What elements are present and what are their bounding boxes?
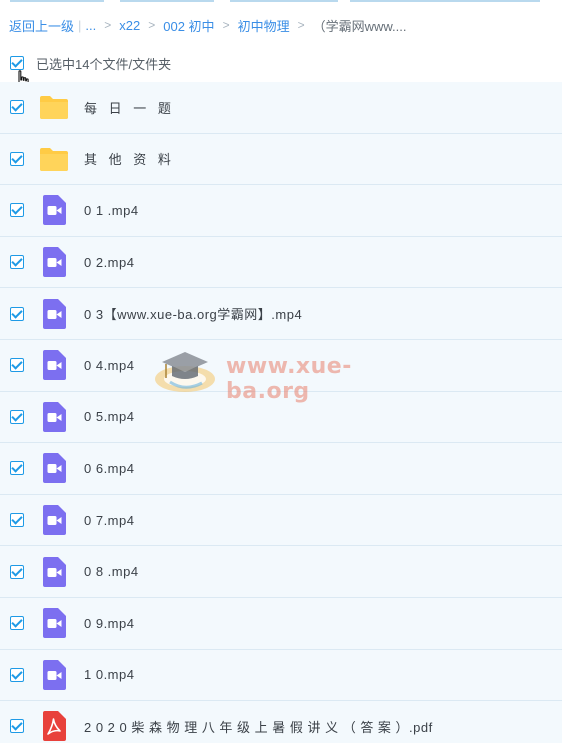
- breadcrumb-item-x22[interactable]: x22: [119, 18, 140, 33]
- breadcrumb-item-physics[interactable]: 初中物理: [238, 16, 290, 35]
- breadcrumb-current: （学霸网www....: [312, 18, 407, 34]
- tab-indicator: [120, 0, 214, 2]
- select-all-checkbox[interactable]: [10, 56, 24, 70]
- file-row[interactable]: 其 他 资 料: [0, 133, 562, 186]
- file-list: 每 日 一 题其 他 资 料 0 1 .mp4 0 2.mp4 0 3【www.xue…: [0, 82, 562, 743]
- file-row[interactable]: 0 1 .mp4: [0, 185, 562, 237]
- file-name[interactable]: 0 9.mp4: [84, 616, 134, 631]
- row-checkbox[interactable]: [10, 203, 24, 218]
- video-file-icon: [39, 453, 69, 484]
- chevron-right-icon: >: [297, 18, 305, 32]
- row-checkbox[interactable]: [10, 100, 24, 115]
- file-name[interactable]: 0 8 .mp4: [84, 564, 139, 579]
- video-file-icon: [39, 401, 69, 432]
- folder-icon: [39, 144, 69, 174]
- row-checkbox[interactable]: [10, 255, 24, 270]
- row-checkbox[interactable]: [10, 616, 24, 631]
- chevron-right-icon: >: [222, 18, 230, 32]
- file-name[interactable]: 其 他 资 料: [84, 149, 175, 168]
- file-row[interactable]: 0 5.mp4: [0, 391, 562, 444]
- tab-indicator: [350, 0, 540, 2]
- row-checkbox[interactable]: [10, 461, 24, 476]
- back-link[interactable]: 返回上一级: [9, 16, 74, 35]
- file-row[interactable]: 0 4.mp4: [0, 339, 562, 392]
- file-row[interactable]: 0 8 .mp4: [0, 546, 562, 598]
- pdf-file-icon: [39, 711, 69, 742]
- file-name[interactable]: 0 5.mp4: [84, 409, 134, 424]
- tab-indicator: [10, 0, 104, 2]
- video-file-icon: [39, 350, 69, 381]
- file-name[interactable]: 0 1 .mp4: [84, 203, 139, 218]
- file-name[interactable]: 0 6.mp4: [84, 461, 134, 476]
- top-tab-strip: [0, 0, 562, 3]
- video-file-icon: [39, 298, 69, 329]
- breadcrumb-divider: |: [78, 17, 82, 33]
- file-row[interactable]: 2 0 2 0 柴 森 物 理 八 年 级 上 暑 假 讲 义 （ 答 案 ）.…: [0, 701, 562, 743]
- row-checkbox[interactable]: [10, 409, 24, 424]
- file-row[interactable]: 0 3【www.xue-ba.org学霸网】.mp4: [0, 288, 562, 340]
- video-file-icon: [39, 659, 69, 690]
- video-file-icon: [39, 247, 69, 278]
- video-file-icon: [39, 195, 69, 226]
- breadcrumb: 返回上一级 | ... > x22 > 002 初中 > 初中物理 > （学霸网…: [9, 14, 407, 36]
- chevron-right-icon: >: [104, 18, 112, 32]
- video-file-icon: [39, 505, 69, 536]
- chevron-right-icon: >: [148, 18, 156, 32]
- row-checkbox[interactable]: [10, 667, 24, 682]
- folder-icon: [39, 92, 69, 122]
- file-row[interactable]: 每 日 一 题: [0, 82, 562, 134]
- breadcrumb-item-junior-high[interactable]: 002 初中: [163, 16, 214, 35]
- file-row[interactable]: 0 2.mp4: [0, 236, 562, 289]
- file-row[interactable]: 0 6.mp4: [0, 443, 562, 495]
- file-name[interactable]: 1 0.mp4: [84, 667, 134, 682]
- row-checkbox[interactable]: [10, 306, 24, 321]
- row-checkbox[interactable]: [10, 564, 24, 579]
- selection-count-label: 已选中14个文件/文件夹: [36, 56, 172, 72]
- selection-bar: 已选中14个文件/文件夹: [0, 50, 562, 76]
- tab-indicator: [230, 0, 338, 2]
- file-name[interactable]: 0 4.mp4: [84, 358, 134, 373]
- breadcrumb-ellipsis[interactable]: ...: [85, 18, 96, 33]
- video-file-icon: [39, 608, 69, 639]
- file-name[interactable]: 每 日 一 题: [84, 98, 175, 117]
- row-checkbox[interactable]: [10, 358, 24, 373]
- row-checkbox[interactable]: [10, 513, 24, 528]
- file-name[interactable]: 0 3【www.xue-ba.org学霸网】.mp4: [84, 304, 302, 323]
- file-row[interactable]: 1 0.mp4: [0, 649, 562, 702]
- file-name[interactable]: 0 2.mp4: [84, 255, 134, 270]
- file-name[interactable]: 2 0 2 0 柴 森 物 理 八 年 级 上 暑 假 讲 义 （ 答 案 ）.…: [84, 717, 433, 736]
- file-row[interactable]: 0 9.mp4: [0, 597, 562, 650]
- file-name[interactable]: 0 7.mp4: [84, 513, 134, 528]
- row-checkbox[interactable]: [10, 151, 24, 166]
- video-file-icon: [39, 556, 69, 587]
- file-browser: 返回上一级 | ... > x22 > 002 初中 > 初中物理 > （学霸网…: [0, 0, 562, 743]
- row-checkbox[interactable]: [10, 719, 24, 734]
- file-row[interactable]: 0 7.mp4: [0, 494, 562, 547]
